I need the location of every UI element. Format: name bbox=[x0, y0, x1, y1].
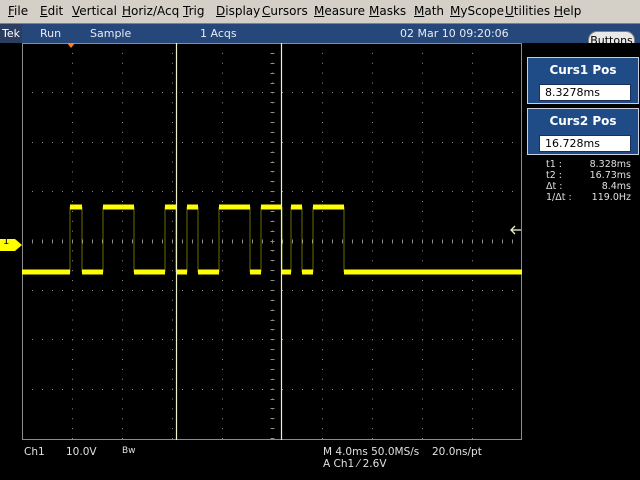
curs2-value-field[interactable]: 16.728ms bbox=[539, 135, 631, 152]
timebase-readout: M 4.0ms 50.0MS/s bbox=[323, 446, 420, 458]
channel1-marker[interactable]: 1 bbox=[0, 236, 22, 251]
acquisition-count: 1 Acqs bbox=[200, 27, 237, 40]
menu-edit[interactable]: Edit bbox=[40, 4, 63, 19]
readout-label: Δt : bbox=[546, 181, 563, 192]
readout-value: 16.73ms bbox=[589, 170, 631, 181]
readout-value: 119.0Hz bbox=[591, 192, 631, 203]
readout-label: 1/Δt : bbox=[546, 192, 572, 203]
channel1-marker-label: 1 bbox=[3, 236, 10, 247]
menu-utilities[interactable]: Utilities bbox=[505, 4, 550, 19]
channel-label: Ch1 bbox=[24, 446, 45, 458]
waveform-display[interactable] bbox=[22, 43, 522, 440]
menu-masks[interactable]: Masks bbox=[369, 4, 406, 19]
volts-per-div: 10.0V bbox=[66, 446, 97, 458]
curs1-value-field[interactable]: 8.3278ms bbox=[539, 84, 631, 101]
bandwidth-limit: Bw bbox=[122, 446, 136, 456]
readout-row: t1 : 8.328ms bbox=[522, 160, 640, 170]
curs2-pos-control[interactable]: Curs2 Pos 16.728ms bbox=[527, 108, 639, 155]
cursor-panel: Curs1 Pos 8.3278ms Curs2 Pos 16.728ms t1… bbox=[522, 43, 640, 480]
run-state: Run bbox=[40, 27, 62, 40]
menu-file[interactable]: File bbox=[8, 4, 28, 19]
readout-label: t1 : bbox=[546, 159, 562, 170]
menu-help[interactable]: Help bbox=[554, 4, 581, 19]
tek-logo: Tek bbox=[0, 24, 22, 43]
readout-value: 8.4ms bbox=[601, 181, 631, 192]
curs1-pos-control[interactable]: Curs1 Pos 8.3278ms bbox=[527, 57, 639, 104]
curs2-title: Curs2 Pos bbox=[549, 114, 617, 128]
readout-label: t2 : bbox=[546, 170, 562, 181]
menu-horiz-acq[interactable]: Horiz/Acq bbox=[122, 4, 179, 19]
trigger-readout: A Ch1 ⁄ 2.6V bbox=[323, 458, 387, 470]
menu-vertical[interactable]: Vertical bbox=[72, 4, 117, 19]
menu-display[interactable]: Display bbox=[216, 4, 260, 19]
menu-measure[interactable]: Measure bbox=[314, 4, 365, 19]
curs1-title: Curs1 Pos bbox=[549, 63, 617, 77]
menu-myscope[interactable]: MyScope bbox=[450, 4, 504, 19]
readout-row: t2 : 16.73ms bbox=[522, 171, 640, 181]
menu-trig[interactable]: Trig bbox=[183, 4, 204, 19]
readout-value: 8.328ms bbox=[589, 159, 631, 170]
trigger-position-icon bbox=[67, 43, 75, 48]
menu-cursors[interactable]: Cursors bbox=[262, 4, 308, 19]
trigger-level-arrow-icon[interactable] bbox=[508, 224, 522, 236]
date-time: 02 Mar 10 09:20:06 bbox=[400, 27, 509, 40]
readout-row: 1/Δt : 119.0Hz bbox=[522, 193, 640, 203]
acquisition-mode: Sample bbox=[90, 27, 132, 40]
time-per-point: 20.0ns/pt bbox=[432, 446, 482, 458]
menu-math[interactable]: Math bbox=[414, 4, 444, 19]
menu-bar: File Edit Vertical Horiz/Acq Trig Display Curs… bbox=[0, 0, 640, 24]
bottom-readout: Ch1 10.0V Bw M 4.0ms 50.0MS/s 20.0ns/pt … bbox=[0, 440, 522, 480]
status-bar: Run Sample 1 Acqs 02 Mar 10 09:20:06 bbox=[0, 24, 640, 43]
readout-row: Δt : 8.4ms bbox=[522, 182, 640, 192]
